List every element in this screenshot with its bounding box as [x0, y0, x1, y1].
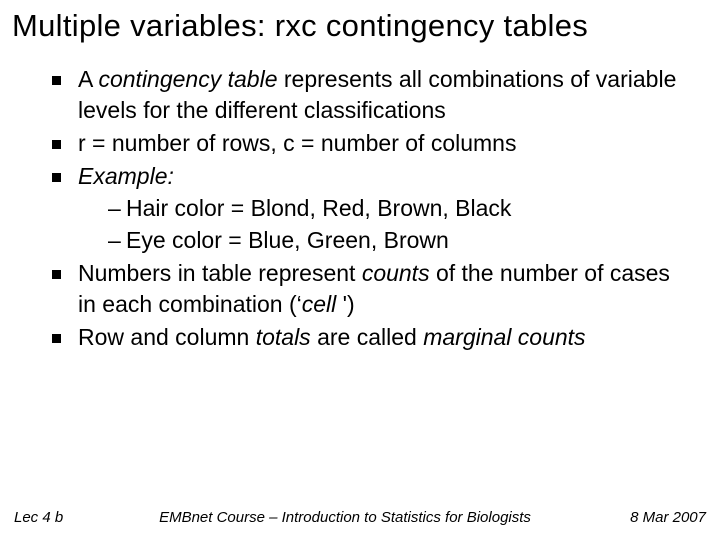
sub-bullet-2: Eye color = Blue, Green, Brown [108, 225, 694, 256]
sub-bullet-list: Hair color = Blond, Red, Brown, Black Ey… [78, 193, 694, 256]
bullet-4: Numbers in table represent counts of the… [50, 258, 694, 320]
sub-bullet-2-text: Eye color = Blue, Green, Brown [126, 227, 449, 253]
footer-center: EMBnet Course – Introduction to Statisti… [94, 509, 596, 526]
bullet-4-pre: Numbers in table represent [78, 260, 362, 286]
bullet-1-em: contingency table [98, 66, 277, 92]
slide-title: Multiple variables: rxc contingency tabl… [12, 8, 708, 44]
bullet-4-post2: ') [343, 291, 355, 317]
bullet-5-em: totals [256, 324, 311, 350]
bullet-4-em2: cell [302, 291, 343, 317]
footer-right: 8 Mar 2007 [596, 509, 706, 526]
bullet-3: Example: Hair color = Blond, Red, Brown,… [50, 161, 694, 256]
sub-bullet-1-text: Hair color = Blond, Red, Brown, Black [126, 195, 511, 221]
slide-footer: Lec 4 b EMBnet Course – Introduction to … [0, 509, 720, 526]
bullet-2-text: r = number of rows, c = number of column… [78, 130, 516, 156]
bullet-list: A contingency table represents all combi… [50, 64, 694, 353]
slide: Multiple variables: rxc contingency tabl… [0, 0, 720, 540]
bullet-1-pre: A [78, 66, 98, 92]
bullet-2: r = number of rows, c = number of column… [50, 128, 694, 159]
bullet-5-post: are called [311, 324, 424, 350]
footer-left: Lec 4 b [14, 509, 94, 526]
sub-bullet-1: Hair color = Blond, Red, Brown, Black [108, 193, 694, 224]
bullet-4-em: counts [362, 260, 430, 286]
bullet-5: Row and column totals are called margina… [50, 322, 694, 353]
bullet-3-text: Example: [78, 163, 174, 189]
bullet-5-em2: marginal counts [423, 324, 585, 350]
bullet-1: A contingency table represents all combi… [50, 64, 694, 126]
slide-body: A contingency table represents all combi… [12, 64, 708, 353]
bullet-5-pre: Row and column [78, 324, 256, 350]
